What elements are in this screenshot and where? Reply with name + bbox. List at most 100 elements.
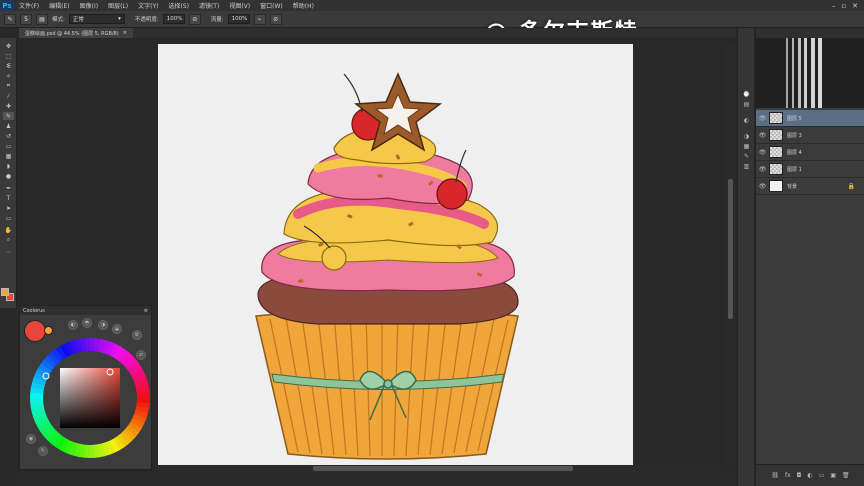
options-bar: ✎ 5 ▤ 模式: 正常 ▾ 不透明度: 100% ⊘ 流量: 100% ⌁ ⊘ — [0, 11, 864, 28]
close-button[interactable]: ✕ — [852, 2, 858, 10]
layer-row[interactable]: 👁 图层 4 — [756, 144, 864, 161]
crop-tool-icon[interactable]: ⌗ — [3, 82, 14, 90]
lasso-tool-icon[interactable]: ᓬ — [3, 62, 14, 70]
visibility-eye-icon[interactable]: 👁 — [756, 115, 769, 122]
close-tab-icon[interactable]: × — [123, 30, 127, 36]
swatches-panel-icon[interactable]: ▦ — [741, 142, 752, 150]
hand-tool-icon[interactable]: ✋ — [3, 226, 14, 234]
move-tool-icon[interactable]: ✥ — [3, 42, 14, 50]
visibility-eye-icon[interactable]: 👁 — [756, 149, 769, 156]
menu-filter[interactable]: 滤镜(T) — [194, 1, 224, 10]
layer-name: 图层 5 — [787, 115, 802, 122]
layer-thumbnail — [769, 163, 783, 175]
menu-select[interactable]: 选择(S) — [163, 1, 194, 10]
shape-tool-icon[interactable]: ▭ — [3, 214, 14, 222]
menu-layer[interactable]: 图层(L) — [103, 1, 133, 10]
color-panel-icon[interactable]: ◑ — [741, 132, 752, 140]
gamut-mask-icon[interactable]: ◐ — [68, 320, 78, 330]
minimize-button[interactable]: – — [832, 2, 836, 10]
menu-image[interactable]: 图像(I) — [75, 1, 103, 10]
color-wheel[interactable] — [28, 336, 152, 460]
mode-select[interactable]: 正常 ▾ — [68, 14, 125, 24]
magic-wand-tool-icon[interactable]: ✧ — [3, 72, 14, 80]
horizontal-scroll-thumb[interactable] — [313, 466, 573, 471]
coolorus-panel: Coolorus ≡ ◐ ◓ ◑ ◒ ⚙ ⇄ ◉ ↻ — [19, 305, 152, 470]
harmony-icon[interactable]: ◑ — [98, 320, 108, 330]
blur-tool-icon[interactable]: ◗ — [3, 162, 14, 170]
layer-row[interactable]: 👁 图层 3 — [756, 127, 864, 144]
brush-size-picker[interactable]: 5 — [20, 13, 32, 25]
ellipsis-icon[interactable]: ⋯ — [3, 248, 14, 256]
brush-presets-panel-icon[interactable]: ▥ — [741, 162, 752, 170]
healing-brush-tool-icon[interactable]: ✚ — [3, 102, 14, 110]
menu-view[interactable]: 视图(V) — [224, 1, 255, 10]
opacity-field[interactable]: 100% — [162, 14, 185, 24]
color-picker-mode-icon[interactable]: ◉ — [26, 434, 36, 444]
maximize-button[interactable]: ▫ — [841, 2, 846, 10]
menu-edit[interactable]: 编辑(E) — [44, 1, 74, 10]
value-overlay — [60, 368, 120, 428]
menu-file[interactable]: 文件(F) — [14, 1, 44, 10]
layer-thumbnail — [769, 180, 783, 192]
dodge-tool-icon[interactable]: ● — [3, 172, 14, 180]
brush-tool-preset-button[interactable]: ✎ — [4, 13, 16, 25]
cherry-right — [436, 178, 468, 210]
history-panel-icon[interactable]: ⌚ — [741, 90, 752, 98]
layer-row[interactable]: 👁 图层 1 — [756, 161, 864, 178]
menu-window[interactable]: 窗口(W) — [255, 1, 288, 10]
link-icon[interactable]: ⛓ — [771, 472, 779, 479]
marquee-tool-icon[interactable]: ⬚ — [3, 52, 14, 60]
menu-help[interactable]: 帮助(H) — [288, 1, 319, 10]
vertical-scroll-thumb[interactable] — [728, 179, 733, 319]
zoom-tool-icon[interactable]: ⌕ — [3, 236, 14, 244]
flow-field[interactable]: 100% — [227, 14, 250, 24]
airbrush-button[interactable]: ⌁ — [253, 13, 266, 25]
coolorus-title: Coolorus — [23, 307, 45, 314]
new-layer-icon[interactable]: ▣ — [830, 472, 836, 479]
airbrush-icon: ⌁ — [257, 15, 262, 23]
gradient-tool-icon[interactable]: ▦ — [3, 152, 14, 160]
mask-icon[interactable]: ◘ — [797, 472, 802, 479]
adjustment-icon[interactable]: ◐ — [807, 472, 812, 479]
foreground-color-swatch[interactable] — [1, 288, 9, 296]
trash-icon[interactable]: 🗑 — [842, 472, 850, 479]
vertical-scrollbar[interactable] — [726, 44, 735, 465]
panel-menu-icon[interactable]: ≡ — [144, 308, 148, 314]
wheel-mode-icon[interactable]: ◒ — [112, 324, 122, 334]
history-brush-tool-icon[interactable]: ↺ — [3, 132, 14, 140]
pen-tool-icon[interactable]: ✒ — [3, 184, 14, 192]
menu-type[interactable]: 文字(Y) — [133, 1, 163, 10]
brush-icon: ✎ — [7, 15, 13, 23]
layer-thumbnail — [769, 146, 783, 158]
document-tab[interactable]: 蛋糕绘画.psd @ 44.5% (图层 5, RGB/8) × — [19, 28, 133, 38]
properties-panel-icon[interactable]: ▤ — [741, 100, 752, 108]
sync-icon[interactable]: ↻ — [38, 446, 48, 456]
visibility-eye-icon[interactable]: 👁 — [756, 132, 769, 139]
pen-pressure-icon: ⊘ — [192, 15, 198, 23]
fx-icon[interactable]: fx — [785, 472, 791, 479]
visibility-eye-icon[interactable]: 👁 — [756, 183, 769, 190]
mixer-icon[interactable]: ◓ — [82, 318, 92, 328]
brush-panel-icon[interactable]: ✎ — [741, 152, 752, 160]
layer-row[interactable]: 👁 图层 5 — [756, 110, 864, 127]
horizontal-scrollbar[interactable] — [158, 465, 726, 472]
document-canvas[interactable] — [158, 44, 633, 465]
visibility-eye-icon[interactable]: 👁 — [756, 166, 769, 173]
pressure-opacity-button[interactable]: ⊘ — [188, 13, 201, 25]
folder-icon[interactable]: ▭ — [819, 472, 825, 479]
brush-panel-toggle[interactable]: ▤ — [36, 13, 48, 25]
brush-tool-icon[interactable]: ✎ — [3, 112, 14, 120]
type-tool-icon[interactable]: T — [3, 194, 14, 202]
eyedropper-tool-icon[interactable]: ⁄ — [3, 92, 14, 100]
clone-stamp-tool-icon[interactable]: ♟ — [3, 122, 14, 130]
eraser-tool-icon[interactable]: ▭ — [3, 142, 14, 150]
layer-row[interactable]: 👁 背景 🔒 — [756, 178, 864, 195]
path-selection-tool-icon[interactable]: ➤ — [3, 204, 14, 212]
adjustments-panel-icon[interactable]: ◐ — [741, 116, 752, 124]
pressure-size-button[interactable]: ⊘ — [269, 13, 282, 25]
cupcake-illustration — [255, 72, 519, 460]
pen-size-icon: ⊘ — [273, 15, 279, 23]
previous-color-swatch[interactable] — [44, 326, 53, 335]
layers-footer: ⛓ fx ◘ ◐ ▭ ▣ 🗑 — [756, 464, 864, 486]
app-logo: Ps — [0, 0, 14, 11]
